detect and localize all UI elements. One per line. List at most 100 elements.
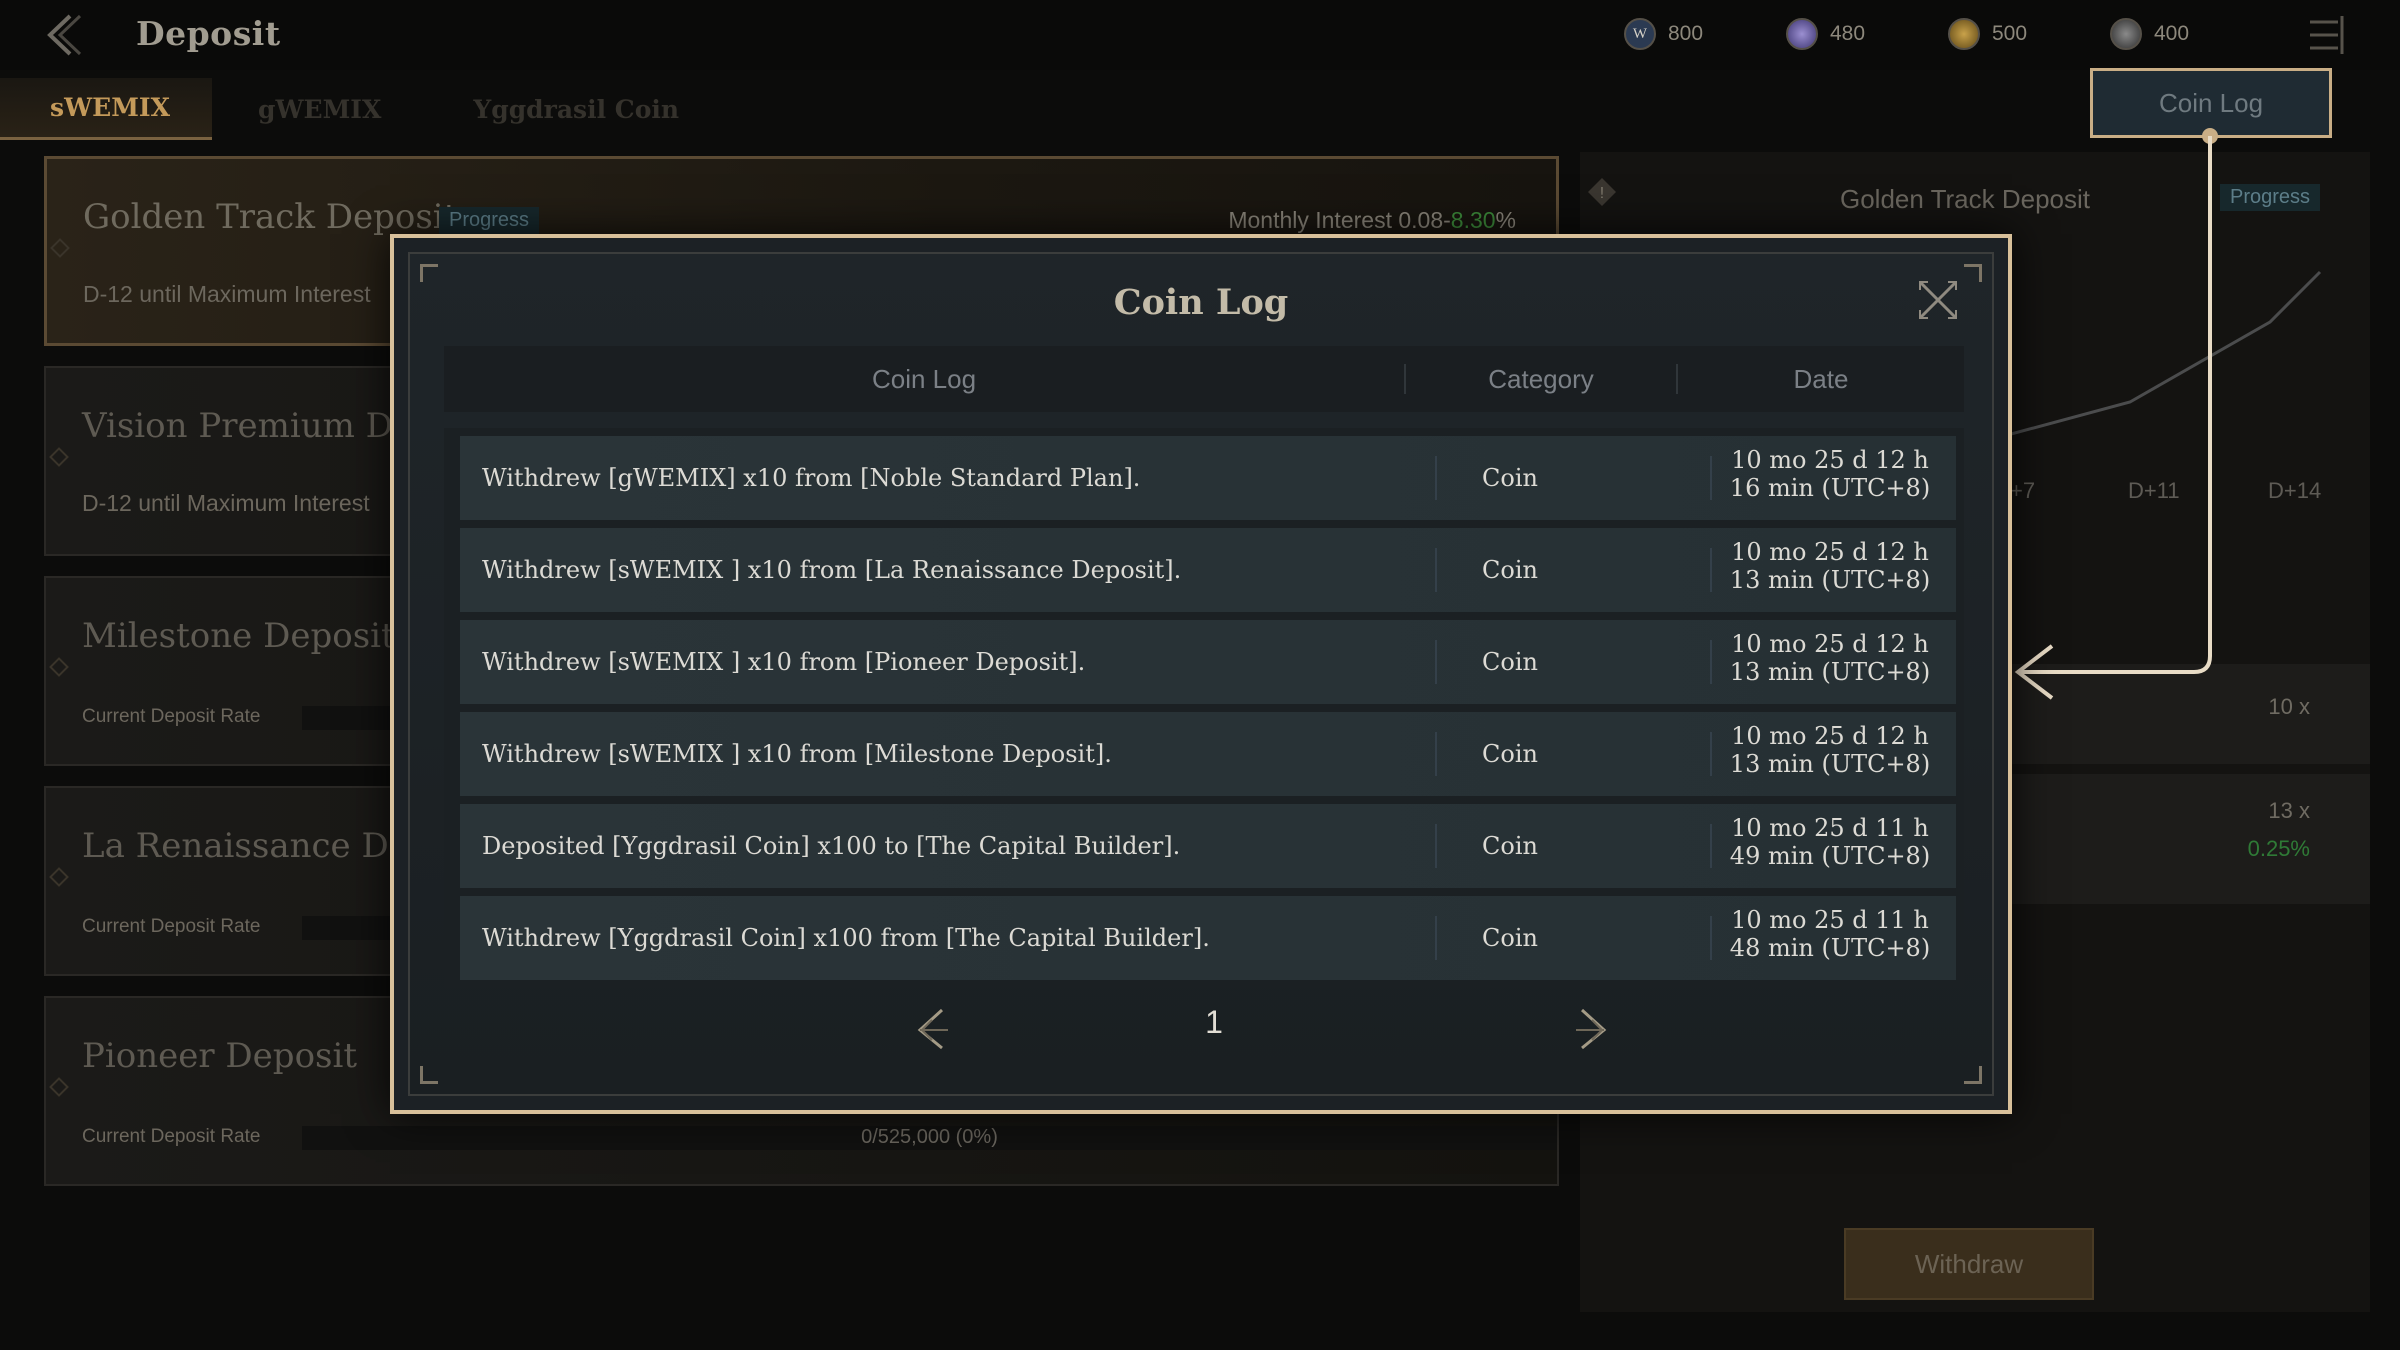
interest-label: Monthly Interest 0.08- — [1228, 207, 1451, 233]
diamond-marker-icon — [50, 238, 70, 258]
multiplier-value: 10 x — [2268, 694, 2310, 719]
axis-label-d7: +7 — [2010, 478, 2035, 503]
modal-title: Coin Log — [1113, 282, 1289, 323]
log-message: Withdrew [sWEMIX ] x10 from [Milestone D… — [482, 740, 1112, 768]
column-header-category: Category — [1488, 363, 1594, 394]
table-row: Withdrew [sWEMIX ] x10 from [Milestone D… — [460, 712, 1956, 796]
log-category: Coin — [1482, 648, 1538, 676]
pagination: 1 — [444, 992, 1964, 1062]
interest-curve-line — [1999, 270, 2322, 439]
interest-value: 8.30 — [1450, 207, 1496, 233]
close-icon[interactable] — [1914, 276, 1962, 324]
deposit-rate-label: Current Deposit Rate — [82, 916, 261, 937]
currency-value: 500 — [1992, 22, 2028, 45]
axis-label-d11: D+11 — [2128, 478, 2180, 503]
tab-gwemix[interactable]: gWEMIX — [212, 78, 427, 140]
multiplier-row: 13 x 0.25% — [2000, 774, 2370, 904]
log-date-line: 48 min (UTC+8) — [1729, 934, 1931, 962]
log-message: Withdrew [sWEMIX ] x10 from [Pioneer Dep… — [482, 648, 1086, 676]
coin-log-table: Withdrew [gWEMIX] x10 from [Noble Standa… — [444, 428, 1964, 988]
silver-coin-icon — [2110, 18, 2142, 50]
table-row: Withdrew [Yggdrasil Coin] x100 from [The… — [460, 896, 1956, 980]
log-date-line: 10 mo 25 d 12 h — [1731, 722, 1929, 750]
menu-icon[interactable] — [2306, 12, 2346, 58]
log-date-line: 16 min (UTC+8) — [1729, 474, 1931, 502]
panel-title: Golden Track Deposit — [1840, 184, 2091, 214]
diamond-marker-icon — [49, 447, 69, 467]
log-date-line: 13 min (UTC+8) — [1729, 658, 1931, 686]
log-date-line: 13 min (UTC+8) — [1729, 566, 1931, 594]
log-message: Withdrew [gWEMIX] x10 from [Noble Standa… — [482, 464, 1141, 492]
deposit-progress-text: 0/525,000 (0%) — [861, 1126, 998, 1148]
deposit-name: Golden Track Deposit — [83, 197, 458, 237]
log-date: 10 mo 25 d 11 h 49 min (UTC+8) — [1710, 814, 1950, 870]
tab-yggdrasil-coin[interactable]: Yggdrasil Coin — [427, 78, 725, 140]
gold-coin-icon — [1948, 18, 1980, 50]
log-message: Withdrew [sWEMIX ] x10 from [La Renaissa… — [482, 556, 1182, 584]
log-date: 10 mo 25 d 11 h 48 min (UTC+8) — [1710, 906, 1950, 962]
column-header-coin-log: Coin Log — [871, 363, 977, 394]
log-message: Withdrew [Yggdrasil Coin] x100 from [The… — [482, 924, 1210, 952]
previous-page-icon[interactable] — [908, 1004, 956, 1052]
log-category: Coin — [1482, 464, 1538, 492]
column-header-date: Date — [1793, 363, 1849, 394]
purple-gem-icon — [1786, 18, 1818, 50]
coin-log-modal: Coin Log Coin Log Category Date Withdrew… — [390, 234, 2012, 1114]
log-date: 10 mo 25 d 12 h 13 min (UTC+8) — [1710, 630, 1950, 686]
table-row: Withdrew [sWEMIX ] x10 from [Pioneer Dep… — [460, 620, 1956, 704]
currency-gold: 500 — [1948, 18, 2027, 50]
diamond-marker-icon — [49, 1077, 69, 1097]
svg-text:!: ! — [1600, 185, 1604, 202]
frame-corner — [1964, 1066, 1982, 1084]
tab-swemix[interactable]: sWEMIX — [0, 78, 212, 140]
back-arrow-icon[interactable] — [40, 12, 90, 58]
currency-value: 800 — [1668, 22, 1704, 45]
frame-corner — [420, 1066, 438, 1084]
log-category: Coin — [1482, 740, 1538, 768]
withdraw-button[interactable]: Withdraw — [1844, 1228, 2094, 1300]
currency-value: 400 — [2154, 22, 2190, 45]
deposit-progress-bar: 0/525,000 (0%) — [302, 1126, 1557, 1150]
status-badge: Progress — [2220, 184, 2321, 211]
top-bar: Deposit W 800 480 500 400 — [0, 0, 2400, 70]
wemix-coin-icon: W — [1624, 18, 1656, 50]
next-page-icon[interactable] — [1568, 1004, 1616, 1052]
deposit-countdown: D-12 until Maximum Interest — [83, 281, 371, 307]
log-date: 10 mo 25 d 12 h 13 min (UTC+8) — [1710, 538, 1950, 594]
log-date-line: 10 mo 25 d 12 h — [1731, 538, 1929, 566]
currency-value: 480 — [1830, 22, 1866, 45]
page-number: 1 — [1205, 1004, 1223, 1040]
coin-log-button[interactable]: Coin Log — [2090, 68, 2332, 138]
table-row: Withdrew [gWEMIX] x10 from [Noble Standa… — [460, 436, 1956, 520]
warning-icon[interactable]: ! — [1586, 176, 1618, 208]
frame-corner — [420, 264, 438, 282]
diamond-marker-icon — [49, 657, 69, 677]
deposit-name: Pioneer Deposit — [82, 1036, 358, 1076]
monthly-interest: Monthly Interest 0.08-8.30% — [1228, 207, 1516, 234]
log-category: Coin — [1482, 924, 1538, 952]
multiplier-row: 10 x — [2000, 664, 2370, 764]
log-date: 10 mo 25 d 12 h 16 min (UTC+8) — [1710, 446, 1950, 502]
log-date-line: 10 mo 25 d 12 h — [1731, 630, 1929, 658]
log-date-line: 10 mo 25 d 11 h — [1731, 814, 1929, 842]
status-badge: Progress — [439, 207, 540, 234]
deposit-rate-label: Current Deposit Rate — [82, 706, 261, 727]
log-date-line: 13 min (UTC+8) — [1729, 750, 1931, 778]
axis-label-d14: D+14 — [2268, 478, 2321, 503]
log-category: Coin — [1482, 832, 1538, 860]
table-row: Deposited [Yggdrasil Coin] x100 to [The … — [460, 804, 1956, 888]
log-date: 10 mo 25 d 12 h 13 min (UTC+8) — [1710, 722, 1950, 778]
table-header: Coin Log Category Date — [444, 346, 1964, 412]
currency-gem: 480 — [1786, 18, 1865, 50]
log-date-line: 49 min (UTC+8) — [1729, 842, 1931, 870]
log-category: Coin — [1482, 556, 1538, 584]
diamond-marker-icon — [49, 867, 69, 887]
currency-silver: 400 — [2110, 18, 2189, 50]
log-date-line: 10 mo 25 d 11 h — [1731, 906, 1929, 934]
log-date-line: 10 mo 25 d 12 h — [1731, 446, 1929, 474]
frame-corner — [1964, 264, 1982, 282]
currency-wemix: W 800 — [1624, 18, 1703, 50]
interest-suffix: % — [1495, 207, 1516, 233]
deposit-countdown: D-12 until Maximum Interest — [82, 490, 370, 516]
deposit-name: Milestone Deposit — [82, 616, 395, 656]
